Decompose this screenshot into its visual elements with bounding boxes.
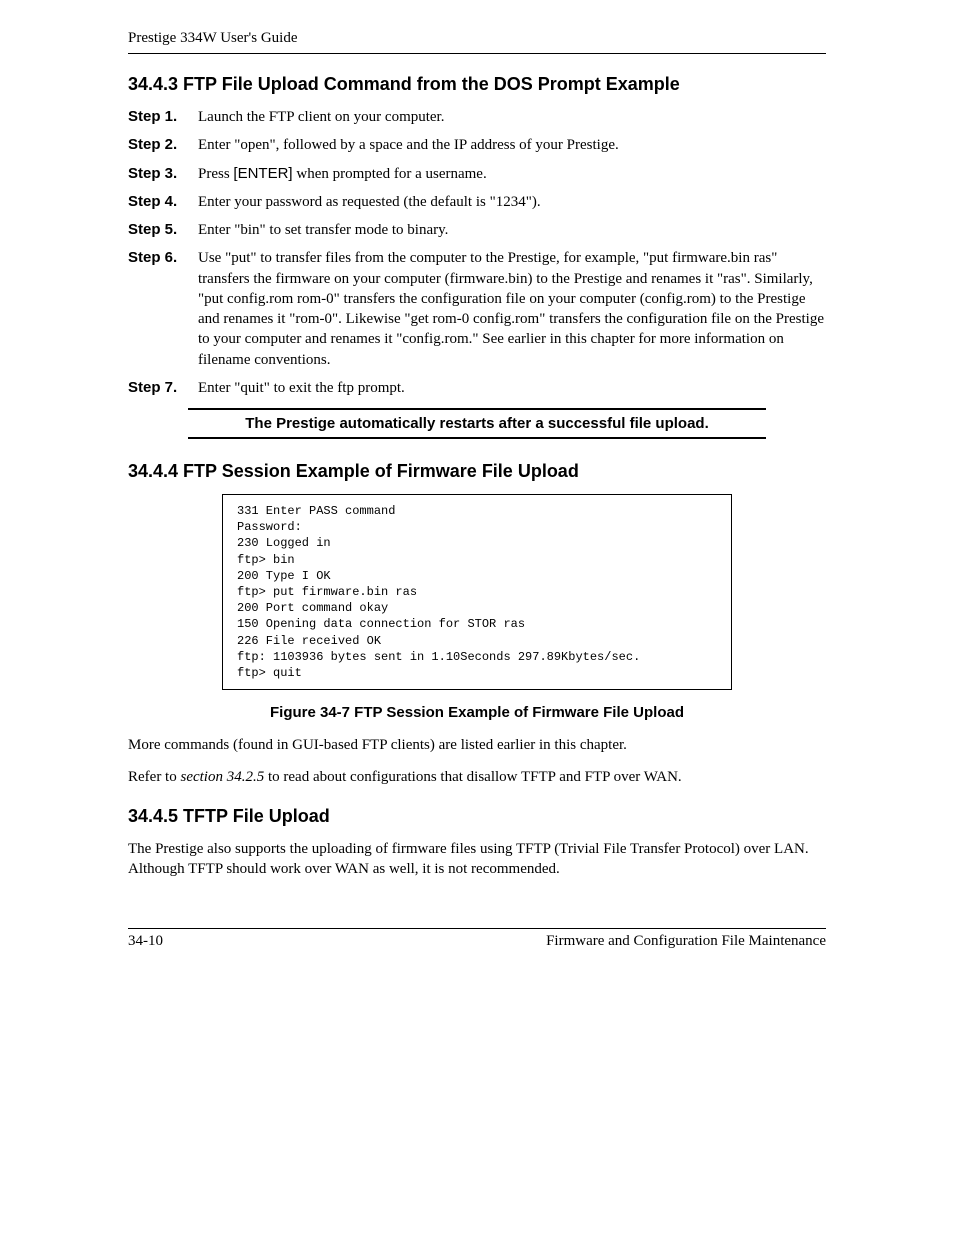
step-row: Step 4. Enter your password as requested… xyxy=(128,192,826,212)
page-footer: 34-10 Firmware and Configuration File Ma… xyxy=(128,928,826,950)
steps-list: Step 1. Launch the FTP client on your co… xyxy=(128,107,826,398)
step-text-after: when prompted for a username. xyxy=(293,166,487,182)
code-box: 331 Enter PASS command Password: 230 Log… xyxy=(222,494,732,690)
para-text: Refer to xyxy=(128,769,180,785)
step-text: Enter "quit" to exit the ftp prompt. xyxy=(198,378,826,398)
step-row: Step 5. Enter "bin" to set transfer mode… xyxy=(128,220,826,240)
step-label: Step 1. xyxy=(128,107,198,127)
step-text: Launch the FTP client on your computer. xyxy=(198,107,826,127)
note-box: The Prestige automatically restarts afte… xyxy=(188,408,766,439)
step-text: Enter "open", followed by a space and th… xyxy=(198,135,826,155)
step-text-before: Press xyxy=(198,166,233,182)
enter-key: [ENTER] xyxy=(233,165,292,182)
figure-caption: Figure 34-7 FTP Session Example of Firmw… xyxy=(128,704,826,721)
para-text: to read about configurations that disall… xyxy=(264,769,681,785)
step-text: Enter "bin" to set transfer mode to bina… xyxy=(198,220,826,240)
step-text: Enter your password as requested (the de… xyxy=(198,192,826,212)
step-label: Step 6. xyxy=(128,248,198,268)
step-label: Step 7. xyxy=(128,378,198,398)
step-label: Step 4. xyxy=(128,192,198,212)
section-reference: section 34.2.5 xyxy=(180,769,264,785)
body-paragraph: Refer to section 34.2.5 to read about co… xyxy=(128,767,826,787)
step-label: Step 5. xyxy=(128,220,198,240)
step-row: Step 1. Launch the FTP client on your co… xyxy=(128,107,826,127)
step-text: Use "put" to transfer files from the com… xyxy=(198,248,826,370)
heading-3443: 34.4.3 FTP File Upload Command from the … xyxy=(128,74,826,95)
heading-3445: 34.4.5 TFTP File Upload xyxy=(128,806,826,827)
chapter-title: Firmware and Configuration File Maintena… xyxy=(546,933,826,950)
step-text: Press [ENTER] when prompted for a userna… xyxy=(198,164,826,184)
step-row: Step 7. Enter "quit" to exit the ftp pro… xyxy=(128,378,826,398)
step-row: Step 2. Enter "open", followed by a spac… xyxy=(128,135,826,155)
step-label: Step 2. xyxy=(128,135,198,155)
heading-3444: 34.4.4 FTP Session Example of Firmware F… xyxy=(128,461,826,482)
step-row: Step 6. Use "put" to transfer files from… xyxy=(128,248,826,370)
step-label: Step 3. xyxy=(128,164,198,184)
running-header: Prestige 334W User's Guide xyxy=(128,30,826,54)
body-paragraph: The Prestige also supports the uploading… xyxy=(128,839,826,880)
body-paragraph: More commands (found in GUI-based FTP cl… xyxy=(128,735,826,755)
step-row: Step 3. Press [ENTER] when prompted for … xyxy=(128,164,826,184)
page-number: 34-10 xyxy=(128,933,163,950)
